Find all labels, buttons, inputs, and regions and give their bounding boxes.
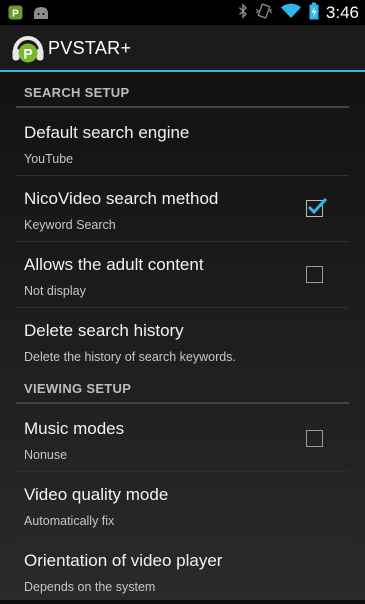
pref-music-modes[interactable]: Music modes Nonuse [16,406,349,472]
pref-title: Default search engine [24,123,190,142]
pref-summary: Keyword Search [24,218,116,232]
adult-content-checkbox[interactable] [306,266,323,283]
section-header-viewing-setup: VIEWING SETUP [16,372,349,404]
pref-video-player-orientation[interactable]: Orientation of video player Depends on t… [16,538,349,604]
wifi-icon [280,3,302,24]
status-bar: P 3:46 [0,0,365,25]
music-modes-checkbox[interactable] [306,430,323,447]
svg-text:P: P [23,46,32,62]
section-label: VIEWING SETUP [24,381,132,396]
pref-default-search-engine[interactable]: Default search engine YouTube [16,110,349,176]
pref-allow-adult-content[interactable]: Allows the adult content Not display [16,242,349,308]
app-notification-icon: P [8,5,23,25]
status-time: 3:46 [325,3,359,22]
pref-title: Orientation of video player [24,551,223,570]
section-header-search-setup: SEARCH SETUP [16,76,349,108]
pref-title: Allows the adult content [24,255,204,274]
battery-charging-icon [309,2,319,25]
pref-summary: Nonuse [24,448,68,462]
pref-title: Music modes [24,419,125,438]
pref-title: Delete search history [24,321,184,340]
pref-summary: Delete the history of search keywords. [24,350,236,364]
preferences-list[interactable]: SEARCH SETUP Default search engine YouTu… [0,72,365,600]
pref-title: Video quality mode [24,485,169,504]
pref-title: NicoVideo search method [24,189,219,208]
pref-nicovideo-search-method[interactable]: NicoVideo search method Keyword Search [16,176,349,242]
section-label: SEARCH SETUP [24,85,130,100]
action-bar: P PVSTAR+ [0,25,365,72]
pref-summary: Not display [24,284,86,298]
pref-summary: Automatically fix [24,514,115,528]
vibrate-icon [255,2,273,25]
pref-summary: YouTube [24,152,74,166]
svg-text:P: P [12,9,19,20]
pvstar-logo-icon[interactable]: P [11,32,45,66]
bluetooth-icon [238,2,248,24]
pref-video-quality-mode[interactable]: Video quality mode Automatically fix [16,472,349,538]
pref-summary: Depends on the system [24,580,156,594]
app-title: PVSTAR+ [48,38,132,58]
android-debug-icon [32,6,50,25]
pref-delete-search-history[interactable]: Delete search history Delete the history… [16,308,349,374]
nicovideo-search-checkbox[interactable] [306,197,328,217]
